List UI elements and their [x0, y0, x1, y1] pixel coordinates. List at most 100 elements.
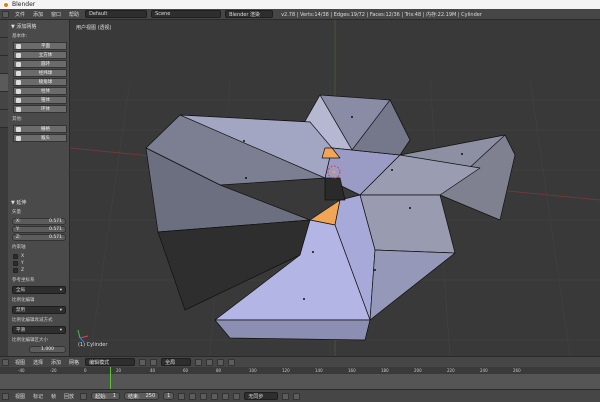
timeline-ruler: -40 -20 0 20 40 60 80 100 120 140 160 18…: [0, 367, 600, 374]
add-mesh-panel-title[interactable]: ▼ 添加网格: [9, 22, 69, 31]
shading-icon[interactable]: [139, 358, 147, 366]
play-reverse-icon[interactable]: [200, 392, 208, 400]
add-cube-button[interactable]: 立方体: [13, 51, 67, 59]
falloff-select[interactable]: 平滑 ▾: [12, 326, 66, 334]
constraint-z-checkbox[interactable]: Z: [13, 268, 65, 273]
viewport-scene[interactable]: [70, 20, 600, 356]
layout-selector[interactable]: Default: [85, 10, 148, 18]
constraint-x-checkbox[interactable]: X: [13, 254, 65, 259]
end-frame-field[interactable]: 结束: 250: [123, 392, 160, 400]
menu-window[interactable]: 窗口: [49, 11, 63, 18]
add-monkey-button[interactable]: 猴头: [13, 134, 67, 142]
edge-select-icon[interactable]: [206, 358, 214, 366]
pivot-icon[interactable]: [150, 358, 158, 366]
timeline-editor[interactable]: -40 -20 0 20 40 60 80 100 120 140 160 18…: [0, 367, 600, 389]
orientation-select[interactable]: 全局 ▾: [12, 286, 66, 294]
tab-grease-pencil[interactable]: [0, 110, 8, 128]
cone-icon: [16, 97, 21, 103]
3d-viewport[interactable]: 用户视图 (透视) (1) Cylinder: [70, 20, 600, 356]
operator-panel-title[interactable]: ▼ 延伸: [9, 198, 69, 207]
add-ico-sphere-button[interactable]: 棱角球: [13, 78, 67, 86]
ico-sphere-icon: [16, 79, 21, 85]
mode-selector[interactable]: 编辑模式: [85, 358, 136, 366]
tab-shading[interactable]: [0, 56, 8, 74]
active-object-label: (1) Cylinder: [78, 342, 108, 348]
record-icon[interactable]: [282, 392, 290, 400]
uv-sphere-icon: [16, 70, 21, 76]
proportional-size-label: 比例化编辑区大小: [12, 338, 48, 343]
sync-mode-select[interactable]: 无同步: [244, 392, 279, 400]
face-select-icon[interactable]: [217, 358, 225, 366]
menu-mesh[interactable]: 网格: [67, 359, 81, 366]
vertex-select-icon[interactable]: [195, 358, 203, 366]
tab-add-mesh[interactable]: [0, 74, 8, 92]
chevron-down-icon: ▾: [59, 307, 62, 313]
torus-icon: [16, 106, 21, 112]
scene-selector[interactable]: Scene: [151, 10, 222, 18]
preview-range-icon[interactable]: [80, 392, 88, 400]
primitives-heading: 基本体:: [12, 34, 28, 39]
mesh-cylinder[interactable]: [145, 94, 516, 341]
checkbox-icon: [13, 254, 18, 259]
timeline-header: 视图 标记 帧 回放 起始: 1 结束: 250 1 无同步: [0, 389, 600, 402]
menu-timeline-view[interactable]: 视图: [13, 393, 27, 400]
add-cone-button[interactable]: 锥体: [13, 96, 67, 104]
menu-add[interactable]: 添加: [31, 11, 45, 18]
menu-file[interactable]: 文件: [13, 11, 27, 18]
proportional-size-field[interactable]: 1.000: [29, 346, 66, 353]
add-plane-button[interactable]: 平面: [13, 42, 67, 50]
add-cylinder-button[interactable]: 柱体: [13, 87, 67, 95]
chevron-down-icon: ▾: [59, 327, 62, 333]
menu-frame[interactable]: 帧: [49, 393, 58, 400]
current-frame-field[interactable]: 1: [163, 392, 175, 400]
operator-panel: ▼ 延伸 矢量 X: 0.571 Y: 0.571 Z: 0.571 约束轴 X Y …: [9, 198, 69, 354]
plane-icon: [16, 43, 21, 49]
add-uv-sphere-button[interactable]: 经纬球: [13, 69, 67, 77]
editor-type-icon[interactable]: [2, 392, 9, 400]
cylinder-icon: [16, 88, 21, 94]
editor-type-icon[interactable]: [2, 358, 9, 366]
jump-start-icon[interactable]: [178, 392, 186, 400]
play-icon[interactable]: [211, 392, 219, 400]
menu-help[interactable]: 帮助: [67, 11, 81, 18]
grid-icon: [16, 126, 21, 132]
add-circle-button[interactable]: 圆环: [13, 60, 67, 68]
menu-marker[interactable]: 标记: [31, 393, 45, 400]
falloff-label: 比例化编辑衰减方式: [12, 318, 53, 323]
keying-set-icon[interactable]: [293, 392, 301, 400]
menu-add-object[interactable]: 添加: [49, 359, 63, 366]
prev-keyframe-icon[interactable]: [189, 392, 197, 400]
other-heading: 其他:: [12, 117, 23, 122]
render-engine-selector[interactable]: Blender 渲染: [225, 10, 274, 18]
current-frame-line[interactable]: [110, 367, 111, 389]
circle-icon: [16, 61, 21, 67]
constraint-axis-label: 约束轴: [12, 245, 26, 250]
vector-label: 矢量: [12, 210, 21, 215]
proportional-select[interactable]: 禁用 ▾: [12, 306, 66, 314]
add-torus-button[interactable]: 环体: [13, 105, 67, 113]
jump-end-icon[interactable]: [233, 392, 241, 400]
view-label: 用户视图 (透视): [76, 25, 112, 31]
editor-type-icon[interactable]: [2, 10, 9, 18]
tab-create[interactable]: [0, 38, 8, 56]
tool-shelf: ▼ 添加网格 基本体: 平面 立方体 圆环 经纬球 棱角球 柱体 锥体 环体 其…: [0, 20, 70, 356]
checkbox-icon: [13, 261, 18, 266]
snap-icon[interactable]: [228, 358, 236, 366]
tab-tools[interactable]: [0, 20, 8, 38]
menu-view[interactable]: 视图: [13, 359, 27, 366]
vector-z-field[interactable]: Z: 0.571: [12, 234, 66, 241]
start-frame-field[interactable]: 起始: 1: [91, 392, 120, 400]
tab-options[interactable]: [0, 92, 8, 110]
next-keyframe-icon[interactable]: [222, 392, 230, 400]
timeline-strip[interactable]: [0, 374, 600, 389]
scene-stats: v2.78 | Verts:14/38 | Edges:19/72 | Face…: [281, 11, 482, 18]
add-grid-button[interactable]: 栅格: [13, 125, 67, 133]
constraint-y-checkbox[interactable]: Y: [13, 261, 65, 266]
vector-x-field[interactable]: X: 0.571: [12, 218, 66, 225]
menu-select[interactable]: 选择: [31, 359, 45, 366]
cube-icon: [16, 52, 21, 58]
pivot-point-icon: [332, 170, 336, 174]
orientation-selector[interactable]: 全局: [161, 358, 192, 366]
vector-y-field[interactable]: Y: 0.571: [12, 226, 66, 233]
menu-playback[interactable]: 回放: [62, 393, 76, 400]
